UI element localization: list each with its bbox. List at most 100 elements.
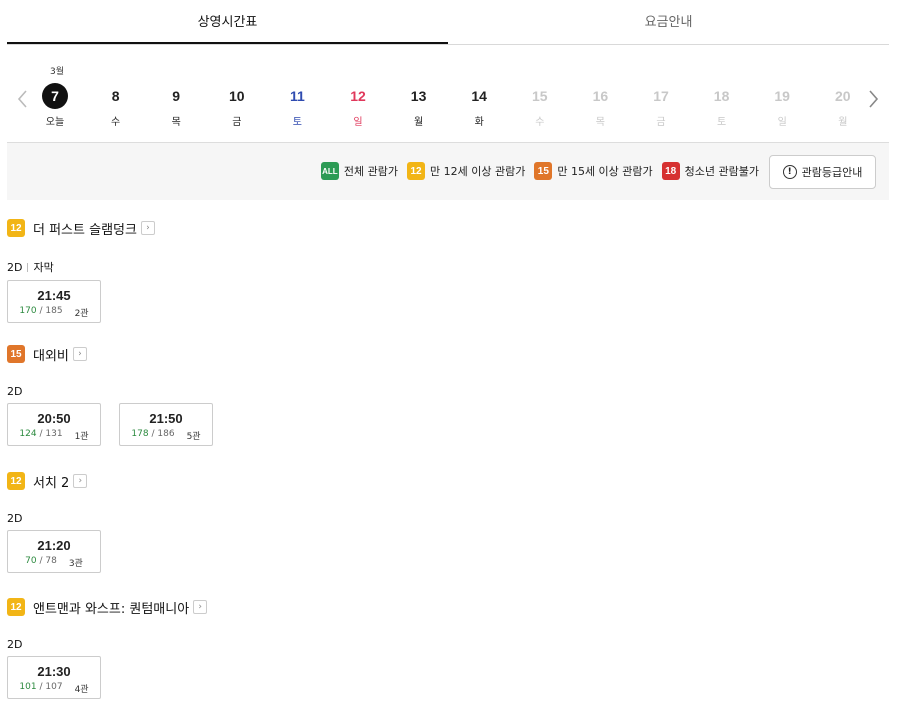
screen-format: 2D <box>7 385 889 398</box>
date-item-15: 15 수 <box>520 83 560 128</box>
date-item-7[interactable]: 7 오늘 <box>35 83 75 128</box>
movie-detail-button[interactable]: › <box>193 600 208 614</box>
movie-detail-button[interactable]: › <box>72 347 87 361</box>
next-dates-button[interactable] <box>865 89 881 109</box>
date-item-19: 19 일 <box>762 83 802 128</box>
seat-info: 170 / 185 2관 <box>8 306 100 319</box>
tab-pricing[interactable]: 요금안내 <box>448 0 889 44</box>
movie-section: 12 서치 2 › 2D 21:20 70 / 78 3관 <box>7 471 889 573</box>
date-number: 17 <box>653 88 669 104</box>
showtime-button[interactable]: 21:20 70 / 78 3관 <box>7 530 101 573</box>
date-number: 13 <box>410 88 427 104</box>
total-seats: 107 <box>45 682 63 692</box>
screen-format: 2D <box>7 638 889 651</box>
chevron-right-icon: › <box>78 349 82 359</box>
date-item-13[interactable]: 13 월 <box>399 83 439 128</box>
date-item-11[interactable]: 11 토 <box>277 83 317 128</box>
month-label: 3월 <box>49 67 64 77</box>
showtime-time: 21:45 <box>37 288 71 303</box>
seat-separator: / <box>148 429 158 439</box>
showtime-list: 21:45 170 / 185 2관 <box>7 280 889 323</box>
movie-title[interactable]: 앤트맨과 와스프: 퀀텀매니아 <box>33 598 189 617</box>
movie-detail-button[interactable]: › <box>73 474 88 488</box>
rating-all-icon: ALL <box>320 162 339 180</box>
weekday-label: 수 <box>110 117 121 128</box>
total-seats: 131 <box>45 429 63 439</box>
showtime-time: 21:30 <box>37 664 71 679</box>
weekday-label: 화 <box>474 117 484 128</box>
date-item-16: 16 목 <box>580 83 620 128</box>
rating-legend-items: ALL 전체 관람가 12 만 12세 이상 관람가 15 만 15세 이상 관람가 18 청… <box>320 162 759 180</box>
date-item-10[interactable]: 10 금 <box>217 83 257 128</box>
movie-header: 15 대외비 › <box>7 344 889 364</box>
date-number: 9 <box>172 88 181 104</box>
total-seats: 78 <box>45 556 57 566</box>
chevron-right-icon: › <box>146 223 150 233</box>
info-icon: ! <box>782 165 797 179</box>
seat-info: 101 / 107 4관 <box>8 682 100 695</box>
weekday-label: 월 <box>413 117 424 128</box>
tab-showtimes[interactable]: 상영시간표 <box>7 0 448 44</box>
rating-guide-label: 관람등급안내 <box>801 166 863 179</box>
prev-dates-button[interactable] <box>15 89 31 109</box>
remaining-seats: 101 <box>19 682 37 692</box>
rating-r15-icon: 15 <box>534 162 553 180</box>
chevron-right-icon: › <box>198 602 202 612</box>
legend-item-all: ALL 전체 관람가 <box>320 162 398 180</box>
legend-label: 전체 관람가 <box>343 165 398 178</box>
movie-header: 12 앤트맨과 와스프: 퀀텀매니아 › <box>7 597 889 617</box>
showtime-time: 20:50 <box>37 411 71 426</box>
showtime-time: 21:20 <box>37 538 71 553</box>
hall-label: 1관 <box>74 432 89 442</box>
seat-separator: / <box>36 556 46 566</box>
date-item-14[interactable]: 14 화 <box>459 83 499 128</box>
date-number: 8 <box>111 88 120 104</box>
legend-item-r12: 12 만 12세 이상 관람가 <box>407 162 525 180</box>
date-number: 11 <box>289 88 305 104</box>
showtime-button[interactable]: 20:50 124 / 131 1관 <box>7 403 101 446</box>
showtime-list: 21:20 70 / 78 3관 <box>7 530 889 573</box>
date-number: 16 <box>592 88 609 104</box>
weekday-label: 일 <box>777 117 787 128</box>
rating-r12-icon: 12 <box>407 162 425 180</box>
date-item-9[interactable]: 9목 <box>156 83 196 128</box>
weekday-label: 토 <box>716 117 727 128</box>
date-item-8[interactable]: 8수 <box>96 83 136 128</box>
movie-title[interactable]: 서치 2 <box>33 472 69 491</box>
screen-format: 2D <box>7 512 889 525</box>
subtitle-label: 자막 <box>33 261 54 274</box>
rating-r12-icon: 12 <box>7 219 25 237</box>
movie-title[interactable]: 대외비 <box>33 345 69 364</box>
format-label: 2D <box>7 512 23 525</box>
seat-separator: / <box>36 429 46 439</box>
movie-detail-button[interactable]: › <box>140 221 155 235</box>
remaining-seats: 70 <box>25 556 37 566</box>
showtime-button[interactable]: 21:30 101 / 107 4관 <box>7 656 101 699</box>
rating-r12-icon: 12 <box>7 598 25 616</box>
chevron-left-icon <box>17 90 27 108</box>
weekday-label: 금 <box>232 117 242 128</box>
date-number: 14 <box>471 88 487 104</box>
showtime-button[interactable]: 21:50 178 / 186 5관 <box>119 403 213 446</box>
date-item-17: 17 금 <box>641 83 681 128</box>
date-number: 7 <box>42 83 68 109</box>
remaining-seats: 170 <box>19 306 37 316</box>
date-item-20: 20 월 <box>823 83 863 128</box>
rating-r18-icon: 18 <box>661 162 680 180</box>
total-seats: 186 <box>157 429 175 439</box>
weekday-label: 오늘 <box>45 117 65 128</box>
rating-guide-button[interactable]: ! 관람등급안내 <box>769 155 876 189</box>
seat-separator: / <box>36 306 46 316</box>
weekday-label: 일 <box>353 117 363 128</box>
remaining-seats: 178 <box>131 429 149 439</box>
date-item-12[interactable]: 12 일 <box>338 83 378 128</box>
date-number: 20 <box>835 88 851 104</box>
movie-title[interactable]: 더 퍼스트 슬램덩크 <box>33 219 137 238</box>
date-number: 19 <box>774 88 790 104</box>
showtime-button[interactable]: 21:45 170 / 185 2관 <box>7 280 101 323</box>
seat-info: 70 / 78 3관 <box>8 556 100 569</box>
seat-separator: / <box>36 682 46 692</box>
showtime-list: 21:30 101 / 107 4관 <box>7 656 889 699</box>
showtime-list: 20:50 124 / 131 1관 21:50 178 / 186 5관 <box>7 403 889 446</box>
date-number: 18 <box>713 88 730 104</box>
